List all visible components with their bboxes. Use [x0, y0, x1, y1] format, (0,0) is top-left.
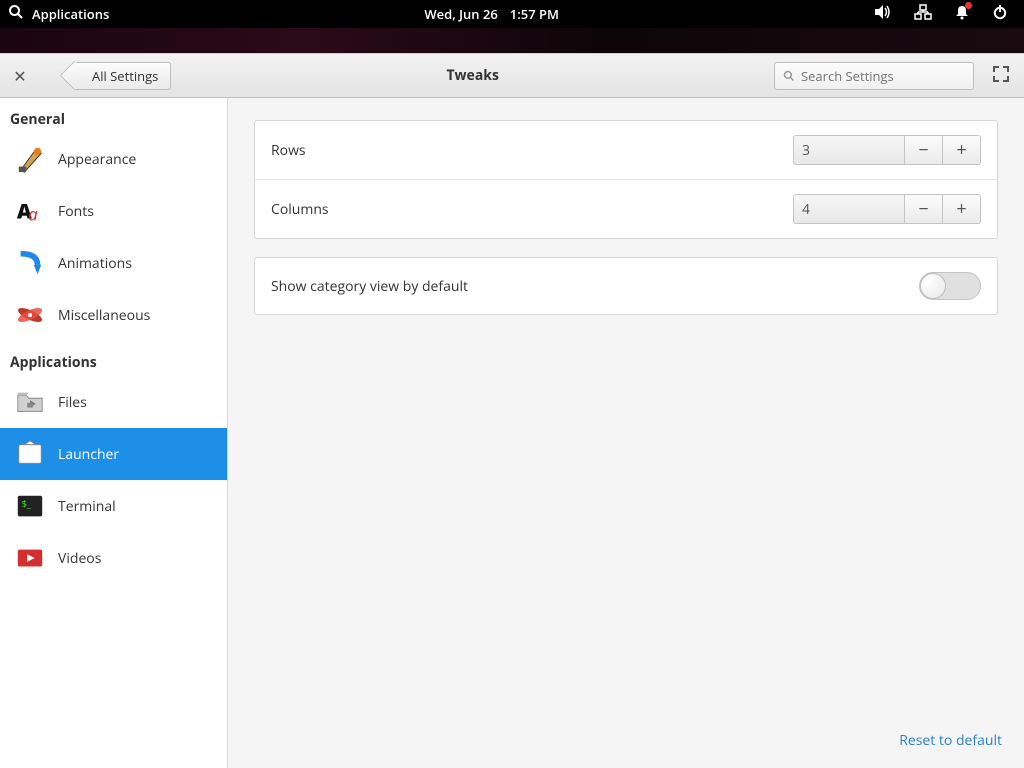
- fonts-icon: Aa: [14, 195, 46, 227]
- terminal-icon: $_: [14, 490, 46, 522]
- columns-setting: Columns 4 − +: [255, 180, 997, 238]
- back-button[interactable]: All Settings: [73, 62, 171, 90]
- content-area: Rows 3 − + Columns 4 − + Show category v…: [228, 98, 1024, 768]
- columns-label: Columns: [271, 200, 793, 219]
- rows-setting: Rows 3 − +: [255, 121, 997, 180]
- sidebar-item-terminal[interactable]: $_ Terminal: [0, 480, 227, 532]
- show-category-setting: Show category view by default: [255, 258, 997, 314]
- sidebar-item-launcher[interactable]: Launcher: [0, 428, 227, 480]
- sidebar-section-general: General: [0, 98, 227, 133]
- desktop-background: [0, 28, 1024, 53]
- sidebar-item-appearance[interactable]: Appearance: [0, 133, 227, 185]
- columns-increment[interactable]: +: [942, 195, 980, 223]
- search-input[interactable]: [801, 67, 965, 85]
- applications-menu[interactable]: Applications: [32, 5, 109, 23]
- notifications-icon[interactable]: [954, 4, 970, 24]
- category-panel: Show category view by default: [254, 257, 998, 315]
- sidebar-item-label: Miscellaneous: [58, 306, 150, 325]
- sidebar-item-fonts[interactable]: Aa Fonts: [0, 185, 227, 237]
- sidebar: General Appearance Aa Fonts Animations M…: [0, 98, 228, 768]
- reset-to-default-link[interactable]: Reset to default: [899, 731, 1002, 750]
- close-button[interactable]: ✕: [10, 66, 30, 86]
- window-headerbar: ✕ All Settings Tweaks: [0, 53, 1024, 98]
- back-button-label: All Settings: [92, 67, 158, 85]
- sidebar-item-animations[interactable]: Animations: [0, 237, 227, 289]
- search-icon[interactable]: [8, 4, 24, 24]
- show-category-switch[interactable]: [919, 272, 981, 300]
- window-title: Tweaks: [179, 66, 766, 85]
- videos-icon: [14, 542, 46, 574]
- rows-decrement[interactable]: −: [904, 136, 942, 164]
- sidebar-item-label: Fonts: [58, 202, 94, 221]
- rows-spinbutton[interactable]: 3 − +: [793, 135, 981, 165]
- columns-spinbutton[interactable]: 4 − +: [793, 194, 981, 224]
- columns-decrement[interactable]: −: [904, 195, 942, 223]
- sidebar-item-label: Terminal: [58, 497, 116, 516]
- time-label[interactable]: 1:57 PM: [510, 5, 559, 23]
- sidebar-item-files[interactable]: Files: [0, 376, 227, 428]
- sidebar-item-label: Animations: [58, 254, 132, 273]
- svg-text:$_: $_: [22, 497, 32, 510]
- sidebar-item-label: Videos: [58, 549, 101, 568]
- volume-icon[interactable]: [874, 4, 892, 24]
- sidebar-item-label: Files: [58, 393, 87, 412]
- search-field[interactable]: [774, 62, 974, 90]
- date-label[interactable]: Wed, Jun 26: [424, 5, 497, 23]
- sidebar-item-videos[interactable]: Videos: [0, 532, 227, 584]
- sidebar-item-miscellaneous[interactable]: Miscellaneous: [0, 289, 227, 341]
- sidebar-section-applications: Applications: [0, 341, 227, 376]
- rows-label: Rows: [271, 141, 793, 160]
- animations-icon: [14, 247, 46, 279]
- grid-panel: Rows 3 − + Columns 4 − +: [254, 120, 998, 239]
- sidebar-item-label: Launcher: [58, 445, 119, 464]
- sidebar-item-label: Appearance: [58, 150, 136, 169]
- switch-knob: [920, 273, 946, 299]
- system-top-bar: Applications Wed, Jun 26 1:57 PM: [0, 0, 1024, 28]
- miscellaneous-icon: [14, 299, 46, 331]
- files-icon: [14, 386, 46, 418]
- network-icon[interactable]: [914, 4, 932, 24]
- appearance-icon: [14, 143, 46, 175]
- power-icon[interactable]: [992, 4, 1008, 24]
- maximize-button[interactable]: [992, 65, 1014, 87]
- rows-increment[interactable]: +: [942, 136, 980, 164]
- search-icon: [783, 69, 795, 83]
- show-category-label: Show category view by default: [271, 277, 919, 296]
- svg-text:a: a: [28, 202, 38, 225]
- rows-value[interactable]: 3: [794, 136, 904, 164]
- columns-value[interactable]: 4: [794, 195, 904, 223]
- launcher-icon: [14, 438, 46, 470]
